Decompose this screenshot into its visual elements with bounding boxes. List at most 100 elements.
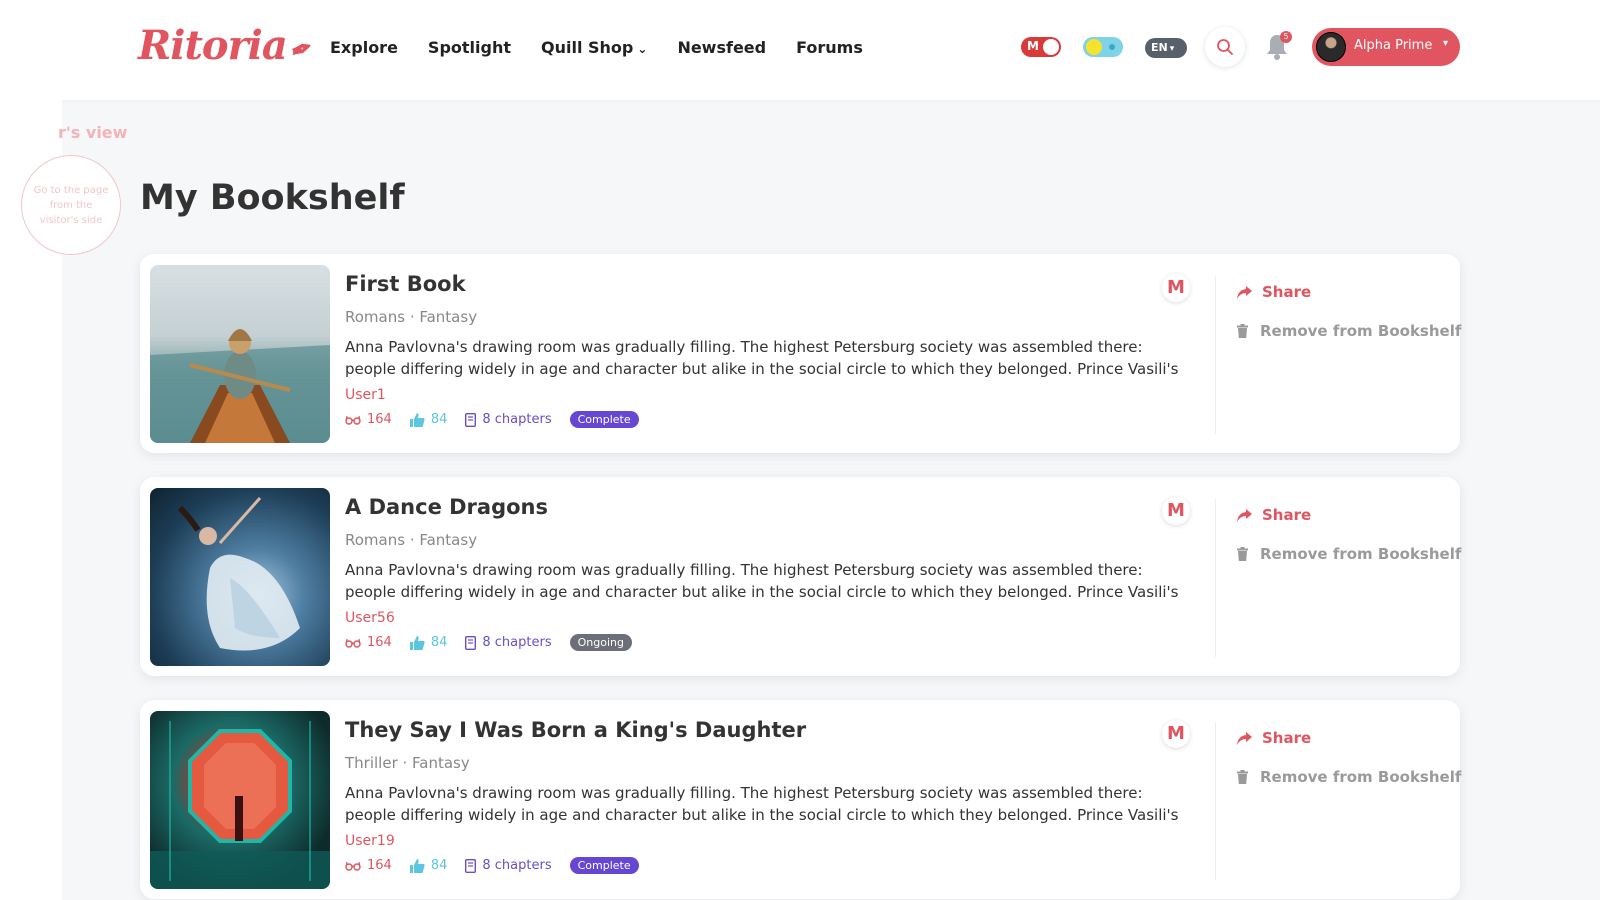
book-genres: Romans · Fantasy	[345, 531, 478, 549]
cover-art-red-portal	[150, 721, 330, 889]
share-label: Share	[1262, 729, 1312, 747]
book-author[interactable]: User1	[345, 387, 1195, 403]
mode-toggle-label: M	[1027, 39, 1039, 53]
book-genres: Thriller · Fantasy	[345, 754, 470, 772]
chevron-down-icon: ⌄	[637, 42, 648, 56]
share-button[interactable]: Share	[1237, 283, 1311, 301]
views-count: 164	[367, 858, 392, 873]
visitor-view-button[interactable]: Go to the page from the visitor's side	[21, 155, 121, 255]
book-cover[interactable]	[150, 265, 330, 443]
book-author[interactable]: User19	[345, 833, 1195, 849]
likes-count: 84	[430, 412, 448, 427]
trash-icon	[1237, 324, 1248, 338]
search-icon	[1217, 39, 1233, 55]
likes-count: 84	[430, 858, 448, 873]
book-author[interactable]: User56	[345, 610, 1195, 626]
remove-label: Remove from Bookshelf	[1260, 322, 1462, 340]
divider	[1215, 722, 1216, 880]
book-description: Anna Pavlovna's drawing room was gradual…	[345, 561, 1179, 601]
views-stat: 164	[345, 412, 392, 427]
nav-spotlight[interactable]: Spotlight	[428, 38, 511, 57]
chapters-stat: 8 chapters	[465, 412, 552, 427]
mature-badge: M	[1162, 274, 1190, 302]
book-card: First Book Romans · Fantasy Anna Pavlovn…	[140, 254, 1461, 453]
search-button[interactable]	[1205, 27, 1245, 67]
likes-stat: 84	[409, 412, 448, 427]
theme-toggle[interactable]	[1083, 37, 1123, 57]
notifications-button[interactable]: 5	[1265, 31, 1292, 63]
mature-mode-toggle[interactable]: M	[1021, 37, 1061, 57]
language-label: EN	[1151, 41, 1168, 54]
remove-from-bookshelf-button[interactable]: Remove from Bookshelf	[1237, 768, 1461, 786]
book-info: First Book Romans · Fantasy Anna Pavlovn…	[345, 272, 1195, 428]
status-badge: Complete	[569, 857, 639, 874]
status-badge: Complete	[569, 411, 639, 428]
top-header: Ritoria✒ Explore Spotlight Quill Shop ⌄ N…	[0, 0, 1600, 100]
book-genres: Romans · Fantasy	[345, 308, 478, 326]
divider	[1215, 276, 1216, 434]
share-button[interactable]: Share	[1237, 506, 1311, 524]
thumbs-up-icon	[409, 858, 425, 873]
mature-badge: M	[1162, 720, 1190, 748]
sun-icon	[1086, 39, 1102, 55]
remove-label: Remove from Bookshelf	[1260, 768, 1462, 786]
book-icon	[465, 412, 477, 427]
chapters-stat: 8 chapters	[465, 858, 552, 873]
remove-from-bookshelf-button[interactable]: Remove from Bookshelf	[1237, 545, 1461, 563]
book-cover[interactable]	[150, 711, 330, 889]
remove-from-bookshelf-button[interactable]: Remove from Bookshelf	[1237, 322, 1461, 340]
share-label: Share	[1262, 506, 1312, 524]
language-selector[interactable]: EN ▾	[1145, 38, 1187, 58]
share-icon	[1237, 508, 1252, 522]
mature-badge: M	[1162, 497, 1190, 525]
share-label: Share	[1262, 283, 1312, 301]
book-icon	[465, 858, 477, 873]
nav-quill-shop[interactable]: Quill Shop ⌄	[541, 38, 647, 57]
book-info: A Dance Dragons Romans · Fantasy Anna Pa…	[345, 495, 1195, 651]
divider	[1215, 499, 1216, 657]
cover-art-underwater-dancer	[177, 497, 300, 651]
book-info: They Say I Was Born a King's Daughter Th…	[345, 718, 1195, 874]
glasses-icon	[345, 861, 361, 871]
book-stats: 164 84 8 chapters Complete	[345, 411, 1195, 428]
book-cover[interactable]	[150, 488, 330, 666]
user-menu-button[interactable]: Alpha Prime ▾	[1312, 28, 1460, 66]
views-count: 164	[367, 635, 392, 650]
chapters-count: 8 chapters	[482, 635, 552, 650]
page-title: My Bookshelf	[140, 178, 405, 218]
user-name: Alpha Prime	[1354, 38, 1433, 53]
share-icon	[1237, 285, 1252, 299]
views-stat: 164	[345, 635, 392, 650]
trash-icon	[1237, 770, 1248, 784]
thumbs-up-icon	[409, 635, 425, 650]
visitor-view-text: Go to the page from the visitor's side	[33, 184, 109, 226]
trash-icon	[1237, 547, 1248, 561]
cover-art-boat-woman	[150, 329, 330, 443]
main-nav: Explore Spotlight Quill Shop ⌄ Newsfeed F…	[330, 38, 863, 57]
moon-dot-icon	[1109, 44, 1115, 50]
likes-stat: 84	[409, 858, 448, 873]
status-badge: Ongoing	[569, 634, 632, 651]
nav-explore[interactable]: Explore	[330, 38, 398, 57]
views-count: 164	[367, 412, 392, 427]
book-title[interactable]: They Say I Was Born a King's Daughter	[345, 718, 1195, 742]
book-icon	[465, 635, 477, 650]
book-title[interactable]: First Book	[345, 272, 1195, 296]
chapters-count: 8 chapters	[482, 858, 552, 873]
notification-count-badge: 5	[1280, 31, 1292, 43]
book-card: A Dance Dragons Romans · Fantasy Anna Pa…	[140, 477, 1461, 676]
ritoria-logo[interactable]: Ritoria✒	[138, 22, 314, 69]
book-stats: 164 84 8 chapters Ongoing	[345, 634, 1195, 651]
avatar	[1316, 32, 1346, 62]
book-title[interactable]: A Dance Dragons	[345, 495, 1195, 519]
nav-quill-shop-label: Quill Shop	[541, 38, 634, 57]
likes-count: 84	[430, 635, 448, 650]
logo-text: Ritoria	[138, 22, 288, 69]
nav-forums[interactable]: Forums	[796, 38, 863, 57]
views-stat: 164	[345, 858, 392, 873]
nav-newsfeed[interactable]: Newsfeed	[677, 38, 766, 57]
share-icon	[1237, 731, 1252, 745]
quill-icon: ✒	[284, 33, 315, 69]
share-button[interactable]: Share	[1237, 729, 1311, 747]
likes-stat: 84	[409, 635, 448, 650]
